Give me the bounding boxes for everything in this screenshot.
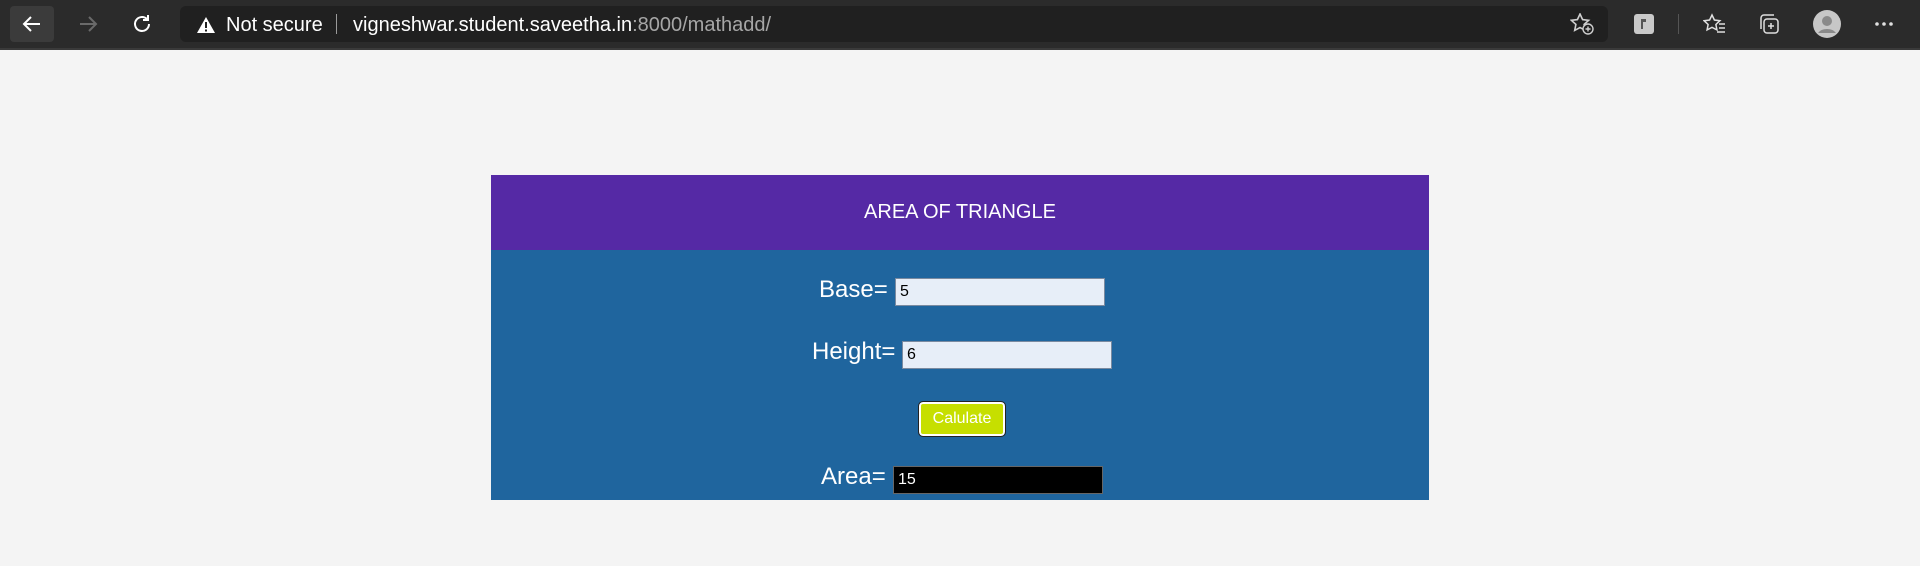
collections-button[interactable] <box>1754 9 1784 39</box>
calculate-button[interactable]: Calulate <box>918 401 1006 437</box>
url-path: :8000/mathadd/ <box>632 14 772 36</box>
page-title: AREA OF TRIANGLE <box>491 175 1429 250</box>
height-input[interactable] <box>902 341 1112 369</box>
arrow-right-icon <box>80 16 98 32</box>
arrow-left-icon <box>22 16 40 32</box>
height-label: Height= <box>812 338 896 365</box>
address-bar[interactable]: Not secure vigneshwar.student.saveetha.i… <box>180 6 1608 42</box>
extension-icon[interactable] <box>1629 9 1659 39</box>
warning-icon[interactable] <box>196 16 216 34</box>
add-favorite-icon[interactable] <box>1570 13 1594 35</box>
browser-toolbar: Not secure vigneshwar.student.saveetha.i… <box>0 0 1920 48</box>
profile-button[interactable] <box>1812 9 1842 39</box>
calculator-card: AREA OF TRIANGLE <box>491 175 1429 500</box>
url-text[interactable]: vigneshwar.student.saveetha.in:8000/math… <box>353 14 771 37</box>
security-status-label[interactable]: Not secure <box>226 14 323 37</box>
more-options-icon <box>1875 22 1893 26</box>
base-label: Base= <box>819 276 888 303</box>
settings-menu-button[interactable] <box>1869 9 1899 39</box>
favorites-button[interactable] <box>1700 9 1730 39</box>
favorites-icon <box>1703 13 1725 33</box>
url-host: vigneshwar.student.saveetha.in <box>353 14 633 36</box>
reload-button[interactable] <box>120 6 164 42</box>
toolbar-divider <box>1678 14 1679 34</box>
forward-button[interactable] <box>66 6 110 42</box>
area-output[interactable] <box>893 466 1103 494</box>
base-input[interactable] <box>895 278 1105 306</box>
address-divider <box>336 14 337 34</box>
avatar-icon <box>1813 10 1841 38</box>
back-button[interactable] <box>10 6 54 42</box>
collections-icon <box>1760 14 1779 34</box>
area-label: Area= <box>821 463 886 490</box>
reload-icon <box>134 15 150 32</box>
toolbar-border <box>0 48 1920 50</box>
